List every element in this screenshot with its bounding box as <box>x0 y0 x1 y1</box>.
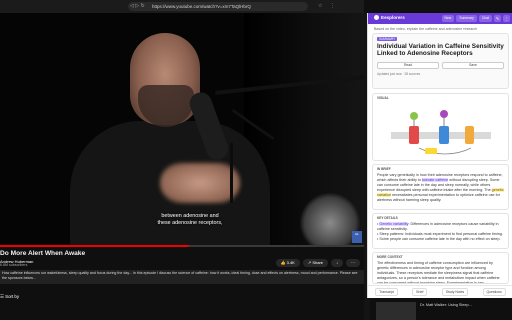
receptor-blue <box>439 126 449 144</box>
channel-watermark: HL <box>352 231 362 243</box>
study-notes-tab[interactable]: Study Notes <box>441 288 469 296</box>
brief-highlight-a[interactable]: tolerate caffeine <box>422 178 449 182</box>
detail-highlight[interactable]: Genetic variability <box>379 222 409 226</box>
binding-arrows <box>413 118 445 126</box>
related-video-title[interactable]: Dr. Matt Walker: Using Sleep... <box>420 303 472 307</box>
brief-label: IN BRIEF <box>377 167 391 171</box>
video-progress-fill <box>0 245 190 247</box>
panel-header: Eesplorers New Summary Chat ✎ ⋮ <box>368 13 512 24</box>
summary-button[interactable]: Summary <box>456 15 477 22</box>
video-progress-bar[interactable] <box>0 245 364 247</box>
panel-brand: Eesplorers <box>374 15 405 20</box>
video-actions: 👍 3.4K ↗ Share ↓ ⋯ <box>275 259 360 267</box>
video-description[interactable]: How caffeine influences our wakefulness,… <box>0 270 364 284</box>
comments-sort[interactable]: ☰ Sort by <box>0 294 19 300</box>
detail-item-3: • Some people can consume caffeine late … <box>377 237 501 241</box>
summary-meta: Updated just now · 28 sources <box>377 72 421 76</box>
detail-item-1: • Genetic variability: Differences in ad… <box>377 222 505 232</box>
edit-icon[interactable]: ✎ <box>494 15 501 22</box>
subtitle-line-2: these adenosine receptors, <box>157 220 223 226</box>
channel-row: Andrew Huberman 6.8M subscribers 👍 3.4K … <box>0 259 364 269</box>
menu-icon[interactable]: ⋮ <box>503 15 510 22</box>
summary-card: SUMMARY Individual Variation in Caffeine… <box>372 33 509 89</box>
extension-side-panel: Eesplorers New Summary Chat ✎ ⋮ Based on… <box>367 13 512 298</box>
browser-toolbar: https://www.youtube.com/watch?v=xm7TaQlH… <box>0 0 364 13</box>
brief-text-c: necessitates personal experimentation to… <box>377 193 500 202</box>
context-label: MORE CONTEXT <box>377 255 403 259</box>
summary-card-buttons: Read Save <box>377 62 504 69</box>
brief-text: People vary genetically in how their ade… <box>377 173 505 203</box>
caffeine-molecule <box>440 110 448 118</box>
url-bar[interactable]: https://www.youtube.com/watch?v=xm7TaQlH… <box>128 2 308 11</box>
nav-icons[interactable]: ◁ ▷ ↻ <box>130 2 145 11</box>
video-title: Do More Alert When Awake <box>0 250 86 257</box>
download-button[interactable]: ↓ <box>331 259 343 267</box>
brand-name: Eesplorers <box>381 15 405 20</box>
video-player[interactable]: between adenosine and these adenosine re… <box>0 13 364 245</box>
save-button[interactable]: Save <box>442 62 504 69</box>
key-details-text: • Genetic variability: Differences in ad… <box>377 222 505 242</box>
signal-protein <box>425 148 437 154</box>
toolbar-icons[interactable]: ☆ ⋮ <box>318 2 338 11</box>
key-details-label: KEY DETAILS <box>377 216 398 220</box>
related-video-thumbnail[interactable] <box>376 302 416 320</box>
key-details-section: KEY DETAILS • Genetic variability: Diffe… <box>372 213 509 249</box>
new-button[interactable]: New <box>441 15 455 22</box>
brief-section: IN BRIEF People vary genetically in how … <box>372 164 509 210</box>
receptor-orange <box>465 126 474 144</box>
studio-lamp <box>300 193 360 245</box>
share-button[interactable]: ↗ Share <box>302 259 328 267</box>
adenosine-molecule <box>410 112 418 120</box>
diagram-label: VISUAL <box>377 96 389 100</box>
video-subtitles: between adenosine and these adenosine re… <box>120 213 260 227</box>
summary-title: Individual Variation in Caffeine Sensiti… <box>377 43 504 58</box>
context-text: The effectiveness and timing of caffeine… <box>377 261 500 283</box>
receptor-diagram <box>391 110 491 155</box>
chat-button[interactable]: Chat <box>478 15 492 22</box>
screen: https://www.youtube.com/watch?v=xm7TaQlH… <box>0 0 512 320</box>
speaker-hands <box>160 163 240 203</box>
like-button[interactable]: 👍 3.4K <box>275 259 300 267</box>
mic-cable <box>230 143 233 203</box>
subtitle-line-1: between adenosine and <box>161 213 219 219</box>
prompt-text: Based on the video, explain the caffeine… <box>374 27 478 31</box>
questions-tab[interactable]: Questions <box>482 288 506 296</box>
summary-tag: SUMMARY <box>377 37 398 41</box>
panel-footer: Transcript Brief Study Notes Questions <box>368 285 512 298</box>
subscriber-count: 6.8M subscribers <box>0 263 28 267</box>
transcript-tab[interactable]: Transcript <box>375 288 399 296</box>
brief-tab[interactable]: Brief <box>412 288 428 296</box>
brand-logo-icon <box>374 15 379 20</box>
receptor-red <box>409 126 419 144</box>
diagram-card: VISUAL <box>372 93 509 161</box>
more-button[interactable]: ⋯ <box>346 259 360 267</box>
read-button[interactable]: Read <box>377 62 439 69</box>
header-buttons: New Summary Chat ✎ ⋮ <box>441 15 510 22</box>
context-section: MORE CONTEXT The effectiveness and timin… <box>372 252 509 284</box>
